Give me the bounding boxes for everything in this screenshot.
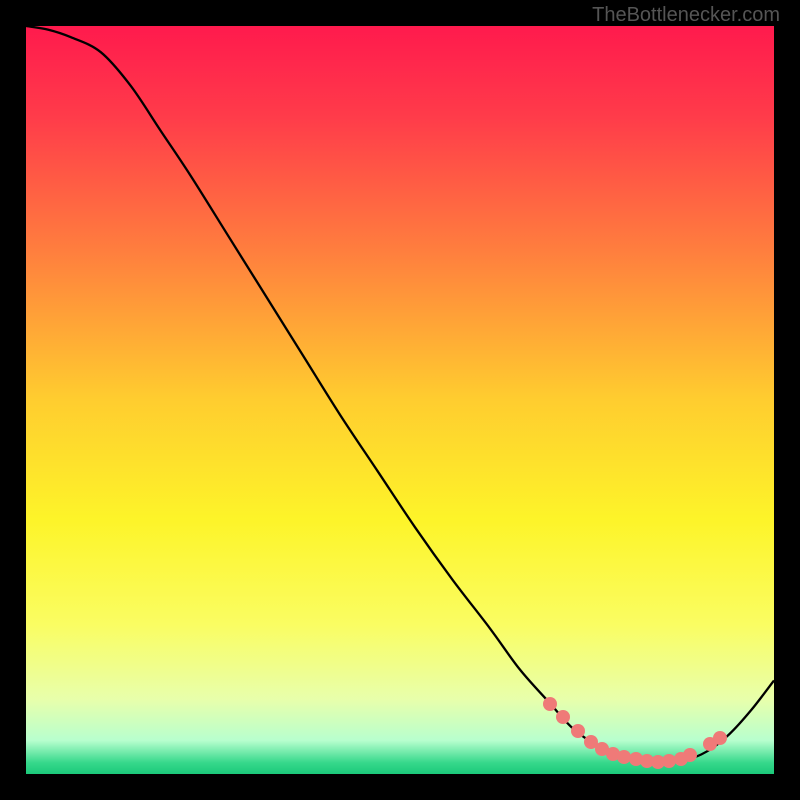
chart-background-gradient xyxy=(26,26,774,774)
watermark-text: TheBottlenecker.com xyxy=(592,4,780,27)
chart-plot-area xyxy=(26,26,774,774)
